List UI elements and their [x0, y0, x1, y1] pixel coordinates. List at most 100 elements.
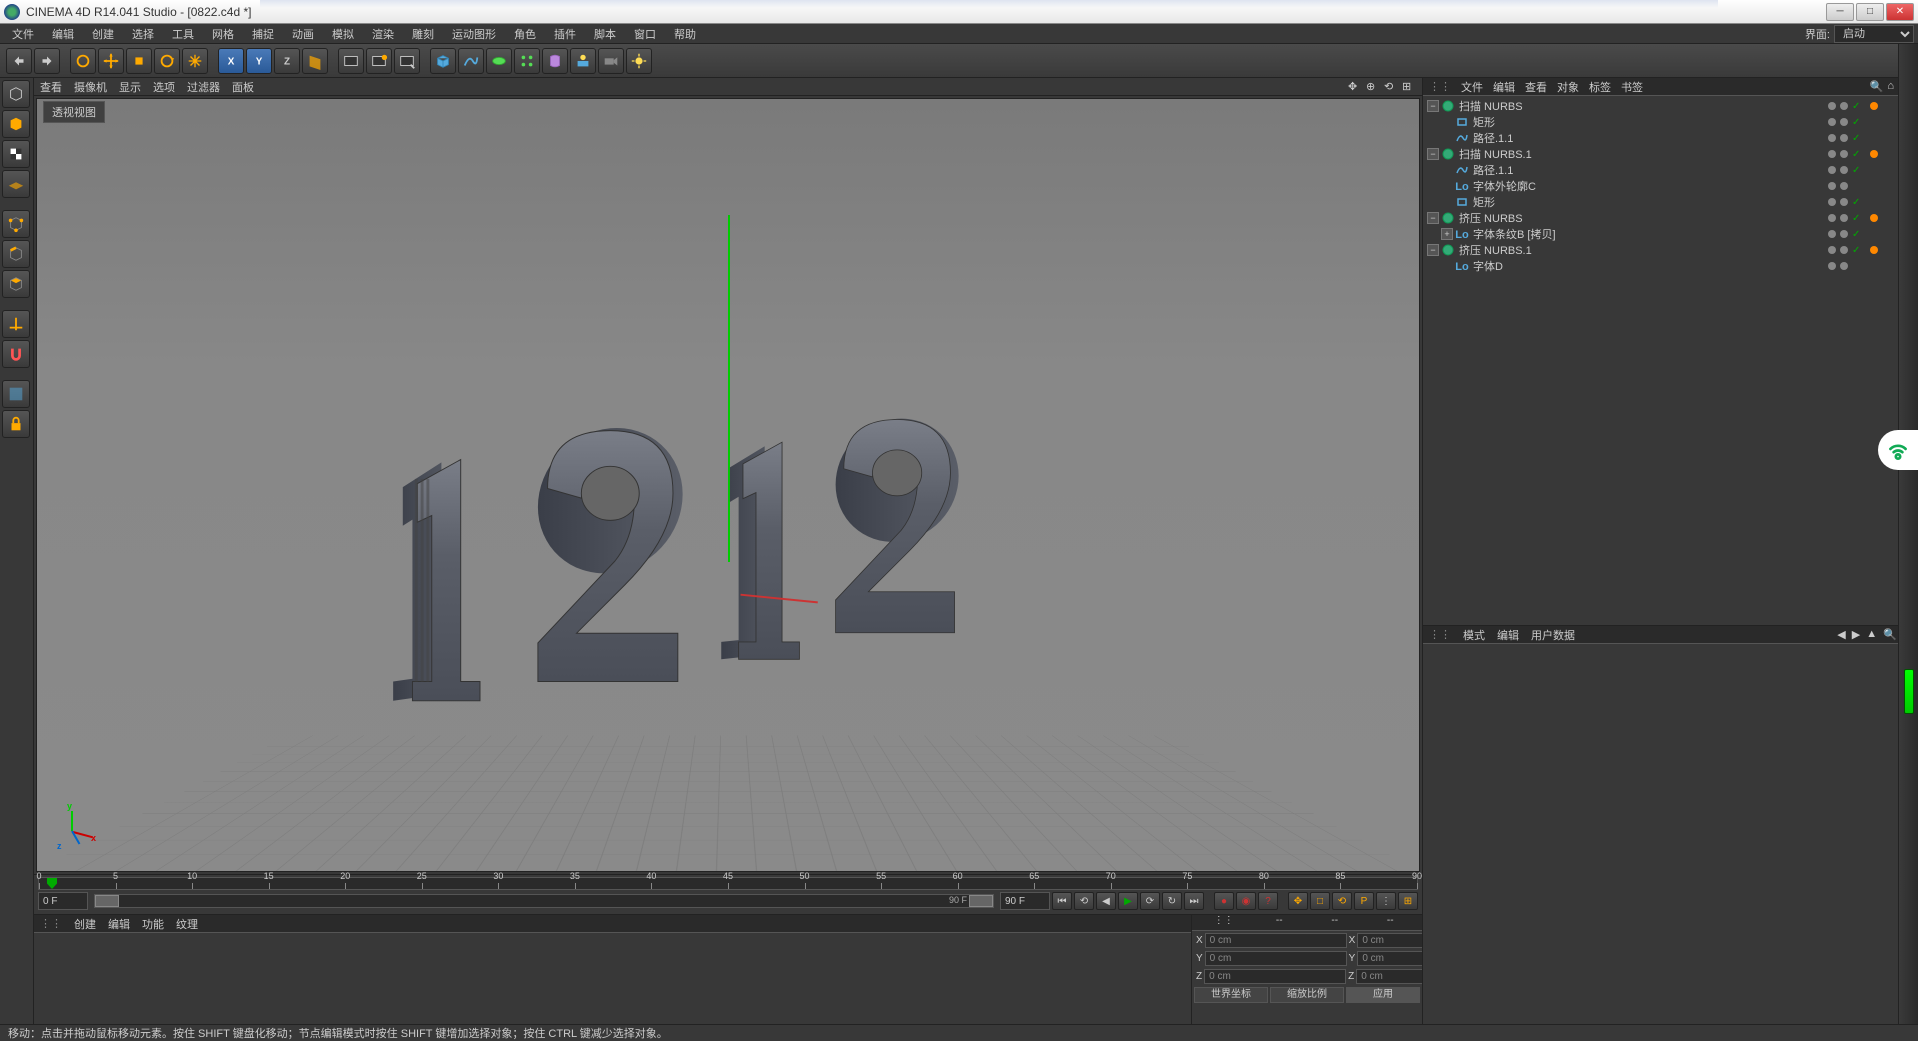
coord-scale[interactable]: 缩放比例: [1270, 987, 1344, 1003]
playhead[interactable]: [47, 878, 57, 889]
tree-row[interactable]: Lo字体D: [1425, 258, 1916, 274]
render-view[interactable]: [338, 48, 364, 74]
object-label[interactable]: 字体条纹B [拷贝]: [1473, 226, 1824, 242]
layout-dropdown[interactable]: 启动: [1834, 25, 1914, 43]
tree-row[interactable]: −挤压 NURBS✓: [1425, 210, 1916, 226]
close-button[interactable]: ✕: [1886, 3, 1914, 21]
edge-mode[interactable]: [2, 240, 30, 268]
attr-back[interactable]: ◀: [1837, 628, 1845, 641]
check-icon[interactable]: ✓: [1852, 197, 1860, 208]
expand-icon[interactable]: −: [1427, 212, 1439, 224]
key-scale[interactable]: □: [1310, 892, 1330, 910]
y-axis-lock[interactable]: Y: [246, 48, 272, 74]
scale-tool[interactable]: [126, 48, 152, 74]
recent-tool[interactable]: [182, 48, 208, 74]
step-back[interactable]: ⟲: [1074, 892, 1094, 910]
check-icon[interactable]: ✓: [1852, 245, 1860, 256]
vp-menu-options[interactable]: 选项: [153, 79, 175, 95]
autokey-button[interactable]: ◉: [1236, 892, 1256, 910]
expand-icon[interactable]: +: [1441, 228, 1453, 240]
obj-tab-objects[interactable]: 对象: [1557, 79, 1579, 95]
visibility-dot[interactable]: [1828, 134, 1836, 142]
add-camera[interactable]: [598, 48, 624, 74]
slider-handle-left[interactable]: [95, 895, 119, 907]
viewport-solo[interactable]: [2, 380, 30, 408]
obj-tab-edit[interactable]: 编辑: [1493, 79, 1515, 95]
coord-apply[interactable]: 应用: [1346, 987, 1420, 1003]
play-back[interactable]: ◀: [1096, 892, 1116, 910]
tree-row[interactable]: +Lo字体条纹B [拷贝]✓: [1425, 226, 1916, 242]
visibility-dot[interactable]: [1828, 214, 1836, 222]
tag-icon[interactable]: [1870, 150, 1878, 158]
menu-mesh[interactable]: 网格: [204, 24, 242, 44]
check-icon[interactable]: ✓: [1852, 213, 1860, 224]
maximize-button[interactable]: □: [1856, 3, 1884, 21]
undo-button[interactable]: [6, 48, 32, 74]
menu-help[interactable]: 帮助: [666, 24, 704, 44]
record-button[interactable]: ●: [1214, 892, 1234, 910]
tag-icon[interactable]: [1870, 246, 1878, 254]
key-pos[interactable]: ✥: [1288, 892, 1308, 910]
coord-world[interactable]: 世界坐标: [1194, 987, 1268, 1003]
texture-mode[interactable]: [2, 140, 30, 168]
visibility-dot[interactable]: [1840, 246, 1848, 254]
attr-tab-edit[interactable]: 编辑: [1497, 627, 1519, 643]
minimize-button[interactable]: ─: [1826, 3, 1854, 21]
vp-menu-camera[interactable]: 摄像机: [74, 79, 107, 95]
obj-tab-tags[interactable]: 标签: [1589, 79, 1611, 95]
attr-fwd[interactable]: ▶: [1852, 628, 1860, 641]
tree-row[interactable]: Lo字体外轮廓C: [1425, 178, 1916, 194]
menu-file[interactable]: 文件: [4, 24, 42, 44]
add-array[interactable]: [514, 48, 540, 74]
visibility-dot[interactable]: [1828, 102, 1836, 110]
menu-window[interactable]: 窗口: [626, 24, 664, 44]
visibility-dot[interactable]: [1840, 150, 1848, 158]
visibility-dot[interactable]: [1840, 102, 1848, 110]
menu-simulate[interactable]: 模拟: [324, 24, 362, 44]
wifi-badge[interactable]: [1878, 430, 1918, 470]
mat-tab-create[interactable]: 创建: [74, 916, 96, 932]
menu-script[interactable]: 脚本: [586, 24, 624, 44]
tree-row[interactable]: 矩形 ✓: [1425, 194, 1916, 210]
make-editable[interactable]: [2, 80, 30, 108]
goto-end[interactable]: ⏭: [1184, 892, 1204, 910]
visibility-dot[interactable]: [1828, 182, 1836, 190]
key-param[interactable]: P: [1354, 892, 1374, 910]
visibility-dot[interactable]: [1840, 118, 1848, 126]
frame-end[interactable]: [1000, 892, 1050, 910]
expand-icon[interactable]: −: [1427, 148, 1439, 160]
check-icon[interactable]: ✓: [1852, 101, 1860, 112]
tree-row[interactable]: 路径.1.1✓: [1425, 162, 1916, 178]
expand-icon[interactable]: −: [1427, 244, 1439, 256]
visibility-dot[interactable]: [1828, 246, 1836, 254]
visibility-dot[interactable]: [1828, 262, 1836, 270]
tag-icon[interactable]: [1870, 214, 1878, 222]
vp-menu-view[interactable]: 查看: [40, 79, 62, 95]
render-settings[interactable]: [394, 48, 420, 74]
key-pla[interactable]: ⋮: [1376, 892, 1396, 910]
menu-edit[interactable]: 编辑: [44, 24, 82, 44]
visibility-dot[interactable]: [1828, 198, 1836, 206]
pos-x[interactable]: [1205, 933, 1347, 948]
axis-mode[interactable]: [2, 310, 30, 338]
goto-start[interactable]: ⏮: [1052, 892, 1072, 910]
menu-create[interactable]: 创建: [84, 24, 122, 44]
object-label[interactable]: 矩形: [1473, 194, 1824, 210]
move-tool[interactable]: [98, 48, 124, 74]
visibility-dot[interactable]: [1840, 134, 1848, 142]
step-forward[interactable]: ⟳: [1140, 892, 1160, 910]
home-icon[interactable]: ⌂: [1887, 80, 1894, 93]
add-nurbs[interactable]: [486, 48, 512, 74]
mat-tab-function[interactable]: 功能: [142, 916, 164, 932]
rotate-tool[interactable]: [154, 48, 180, 74]
attr-search[interactable]: 🔍: [1883, 628, 1897, 641]
check-icon[interactable]: ✓: [1852, 117, 1860, 128]
tree-row[interactable]: −扫描 NURBS✓: [1425, 98, 1916, 114]
viewport[interactable]: 透视视图: [36, 98, 1420, 872]
visibility-dot[interactable]: [1840, 198, 1848, 206]
render-picture[interactable]: [366, 48, 392, 74]
tree-row[interactable]: −挤压 NURBS.1✓: [1425, 242, 1916, 258]
object-label[interactable]: 字体外轮廓C: [1473, 178, 1824, 194]
tree-row[interactable]: 路径.1.1✓: [1425, 130, 1916, 146]
mat-tab-texture[interactable]: 纹理: [176, 916, 198, 932]
